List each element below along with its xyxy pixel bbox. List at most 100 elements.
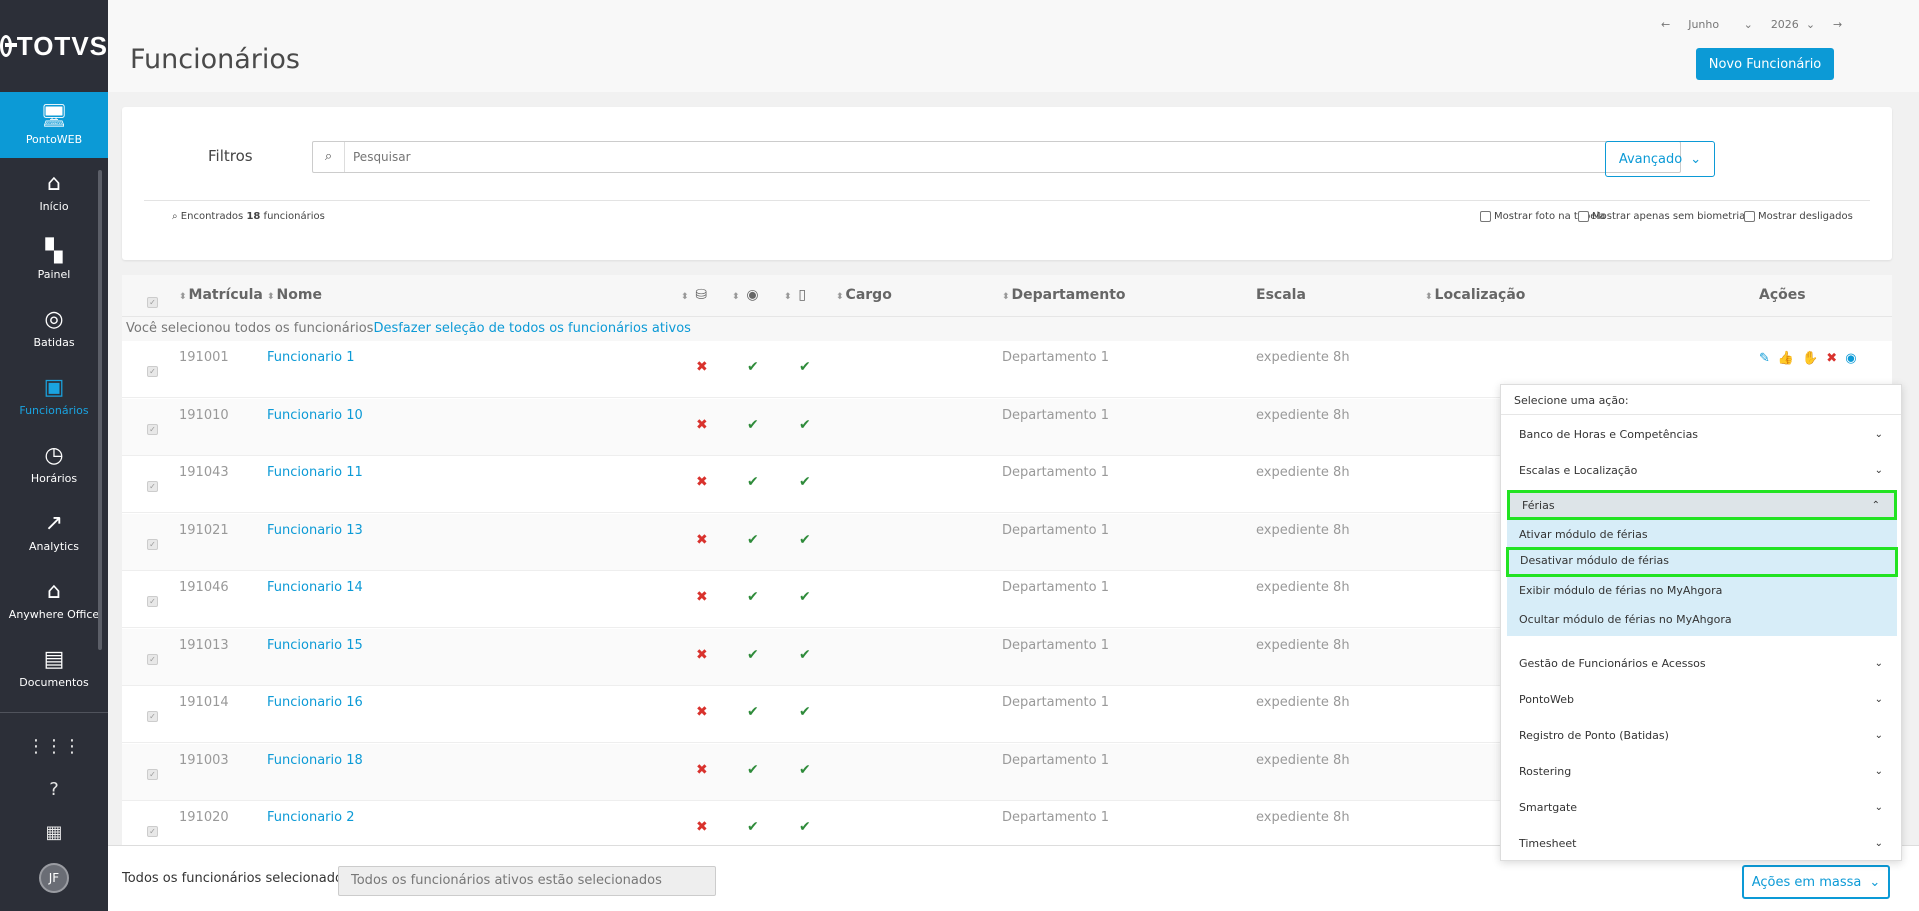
eye-icon[interactable]: ◉: [1845, 351, 1856, 366]
cell-nome-link[interactable]: Funcionario 2: [267, 810, 354, 825]
column-localizacao-label: Localização: [1434, 287, 1526, 303]
row-checkbox[interactable]: ✓: [147, 481, 158, 492]
new-employee-button[interactable]: Novo Funcionário: [1696, 48, 1834, 80]
menu-item-ocultar-ferias-myahgora[interactable]: Ocultar módulo de férias no MyAhgora: [1519, 613, 1732, 626]
column-mobile[interactable]: ⬍ ▯: [784, 287, 806, 303]
row-checkbox[interactable]: ✓: [147, 538, 158, 550]
avatar[interactable]: JF: [39, 863, 69, 893]
menu-group-gestao[interactable]: Gestão de Funcionários e Acessos ⌄: [1507, 648, 1897, 678]
page-header: Funcionários ← Junho ⌄ 2026 ⌄ → Novo Fun…: [108, 0, 1919, 92]
cell-escala: expediente 8h: [1256, 465, 1350, 480]
row-checkbox[interactable]: ✓: [147, 423, 158, 435]
cell-nome-link[interactable]: Funcionario 14: [267, 580, 363, 595]
select-all-checkbox[interactable]: ✓: [147, 297, 158, 308]
totvs-logo[interactable]: TOTVS: [0, 0, 108, 92]
mass-actions-button[interactable]: Ações em massa ⌄: [1742, 865, 1890, 899]
cell-nome-link[interactable]: Funcionario 11: [267, 465, 363, 480]
status-yes-icon: ✔: [799, 646, 811, 663]
status-no-icon: ✖: [696, 819, 708, 835]
month-select[interactable]: Junho ⌄: [1688, 18, 1753, 31]
page-title: Funcionários: [130, 44, 300, 75]
column-matricula[interactable]: ⬍ Matrícula: [179, 287, 263, 303]
row-checkbox[interactable]: ✓: [147, 653, 158, 665]
company-icon[interactable]: ▦: [0, 822, 108, 843]
cell-nome-link[interactable]: Funcionario 18: [267, 753, 363, 768]
column-web[interactable]: ⬍ ◉: [732, 287, 759, 303]
menu-group-label: Gestão de Funcionários e Acessos: [1519, 656, 1706, 670]
menu-item-ativar-ferias[interactable]: Ativar módulo de férias: [1519, 528, 1648, 541]
cell-matricula: 191003: [179, 752, 229, 768]
undo-selection-link[interactable]: Desfazer seleção de todos os funcionário…: [373, 321, 691, 336]
row-checkbox[interactable]: ✓: [147, 366, 158, 377]
chevron-down-icon: ⌄: [1869, 874, 1881, 890]
year-select[interactable]: 2026 ⌄: [1771, 18, 1815, 31]
delete-icon[interactable]: ✖: [1826, 351, 1837, 366]
menu-item-desativar-ferias[interactable]: Desativar módulo de férias: [1506, 547, 1898, 577]
column-departamento[interactable]: ⬍ Departamento: [1002, 287, 1126, 303]
sidebar-item-horarios[interactable]: ◷ Horários: [0, 430, 108, 498]
sidebar-item-batidas[interactable]: ◎ Batidas: [0, 294, 108, 362]
sidebar-item-label: Painel: [37, 267, 71, 281]
cell-departamento: Departamento 1: [1002, 465, 1109, 480]
advanced-filter-button[interactable]: Avançado ⌄: [1605, 141, 1715, 177]
apps-grid-icon[interactable]: ⋮⋮⋮: [0, 736, 108, 757]
menu-group-registro-ponto[interactable]: Registro de Ponto (Batidas) ⌄: [1507, 720, 1897, 750]
no-biometry-option[interactable]: Mostrar apenas sem biometria: [1578, 211, 1745, 222]
status-no-icon: ✖: [696, 474, 708, 490]
column-escala: Escala: [1256, 287, 1306, 303]
menu-group-ferias[interactable]: Férias ⌃: [1507, 490, 1897, 520]
sidebar-item-funcionarios[interactable]: ▣ Funcionários: [0, 362, 108, 430]
status-yes-icon: ✔: [747, 416, 759, 433]
column-cargo[interactable]: ⬍ Cargo: [836, 287, 892, 303]
cell-nome-link[interactable]: Funcionario 13: [267, 523, 363, 538]
menu-group-pontoweb[interactable]: PontoWeb ⌄: [1507, 684, 1897, 714]
thumbs-up-icon[interactable]: 👍: [1778, 351, 1794, 366]
sidebar-scrollbar[interactable]: [98, 170, 102, 650]
menu-group-label: Registro de Ponto (Batidas): [1519, 728, 1669, 742]
column-biometry[interactable]: ⬍ ⛁: [681, 287, 707, 303]
mass-actions-menu: Selecione uma ação: Banco de Horas e Com…: [1500, 384, 1902, 861]
sidebar-item-painel[interactable]: ▚ Painel: [0, 226, 108, 294]
found-prefix: Encontrados: [180, 211, 244, 222]
menu-group-smartgate[interactable]: Smartgate ⌄: [1507, 792, 1897, 822]
cell-nome-link[interactable]: Funcionario 10: [267, 408, 363, 423]
show-dismissed-checkbox[interactable]: [1744, 211, 1755, 222]
chevron-down-icon: ⌄: [1874, 693, 1883, 705]
row-checkbox[interactable]: ✓: [147, 826, 158, 837]
sidebar-item-documentos[interactable]: ▤ Documentos: [0, 634, 108, 702]
cell-matricula: 191021: [179, 522, 229, 538]
no-biometry-checkbox[interactable]: [1578, 211, 1589, 222]
previous-month-icon[interactable]: ←: [1661, 18, 1670, 31]
cell-nome-link[interactable]: Funcionario 15: [267, 638, 363, 653]
sidebar-item-pontoweb[interactable]: 🖥 PontoWEB: [0, 92, 108, 158]
menu-group-timesheet[interactable]: Timesheet ⌄: [1507, 828, 1897, 858]
show-photo-checkbox[interactable]: [1480, 211, 1491, 222]
cell-escala: expediente 8h: [1256, 407, 1350, 423]
column-nome[interactable]: ⬍ Nome: [267, 287, 322, 303]
status-yes-icon: ✔: [799, 474, 811, 490]
sidebar-item-anywhere-office[interactable]: ⌂ Anywhere Office: [0, 566, 108, 634]
cell-matricula: 191020: [179, 810, 229, 825]
cell-nome-link[interactable]: Funcionario 1: [267, 350, 354, 365]
row-checkbox[interactable]: ✓: [147, 711, 158, 722]
month-value: Junho: [1688, 18, 1720, 31]
hand-icon[interactable]: ✋: [1802, 351, 1818, 366]
menu-group-banco-de-horas[interactable]: Banco de Horas e Competências ⌄: [1507, 419, 1897, 449]
cell-nome-link[interactable]: Funcionario 16: [267, 695, 363, 710]
menu-group-escalas[interactable]: Escalas e Localização ⌄: [1507, 455, 1897, 485]
chevron-up-icon: ⌃: [1871, 499, 1880, 511]
edit-icon[interactable]: ✎: [1759, 351, 1770, 366]
column-localizacao[interactable]: ⬍ Localização: [1425, 287, 1525, 303]
sidebar-item-analytics[interactable]: ↗ Analytics: [0, 498, 108, 566]
help-icon[interactable]: ?: [0, 779, 108, 800]
row-checkbox[interactable]: ✓: [147, 596, 158, 607]
show-dismissed-option[interactable]: Mostrar desligados: [1744, 211, 1853, 222]
next-month-icon[interactable]: →: [1833, 18, 1842, 31]
sidebar-item-inicio[interactable]: ⌂ Início: [0, 158, 108, 226]
menu-item-exibir-ferias-myahgora[interactable]: Exibir módulo de férias no MyAhgora: [1519, 584, 1722, 597]
column-matricula-label: Matrícula: [188, 287, 263, 303]
search-input[interactable]: [345, 142, 1680, 172]
status-no-icon: ✖: [696, 646, 708, 663]
row-checkbox[interactable]: ✓: [147, 768, 158, 780]
menu-group-rostering[interactable]: Rostering ⌄: [1507, 756, 1897, 786]
